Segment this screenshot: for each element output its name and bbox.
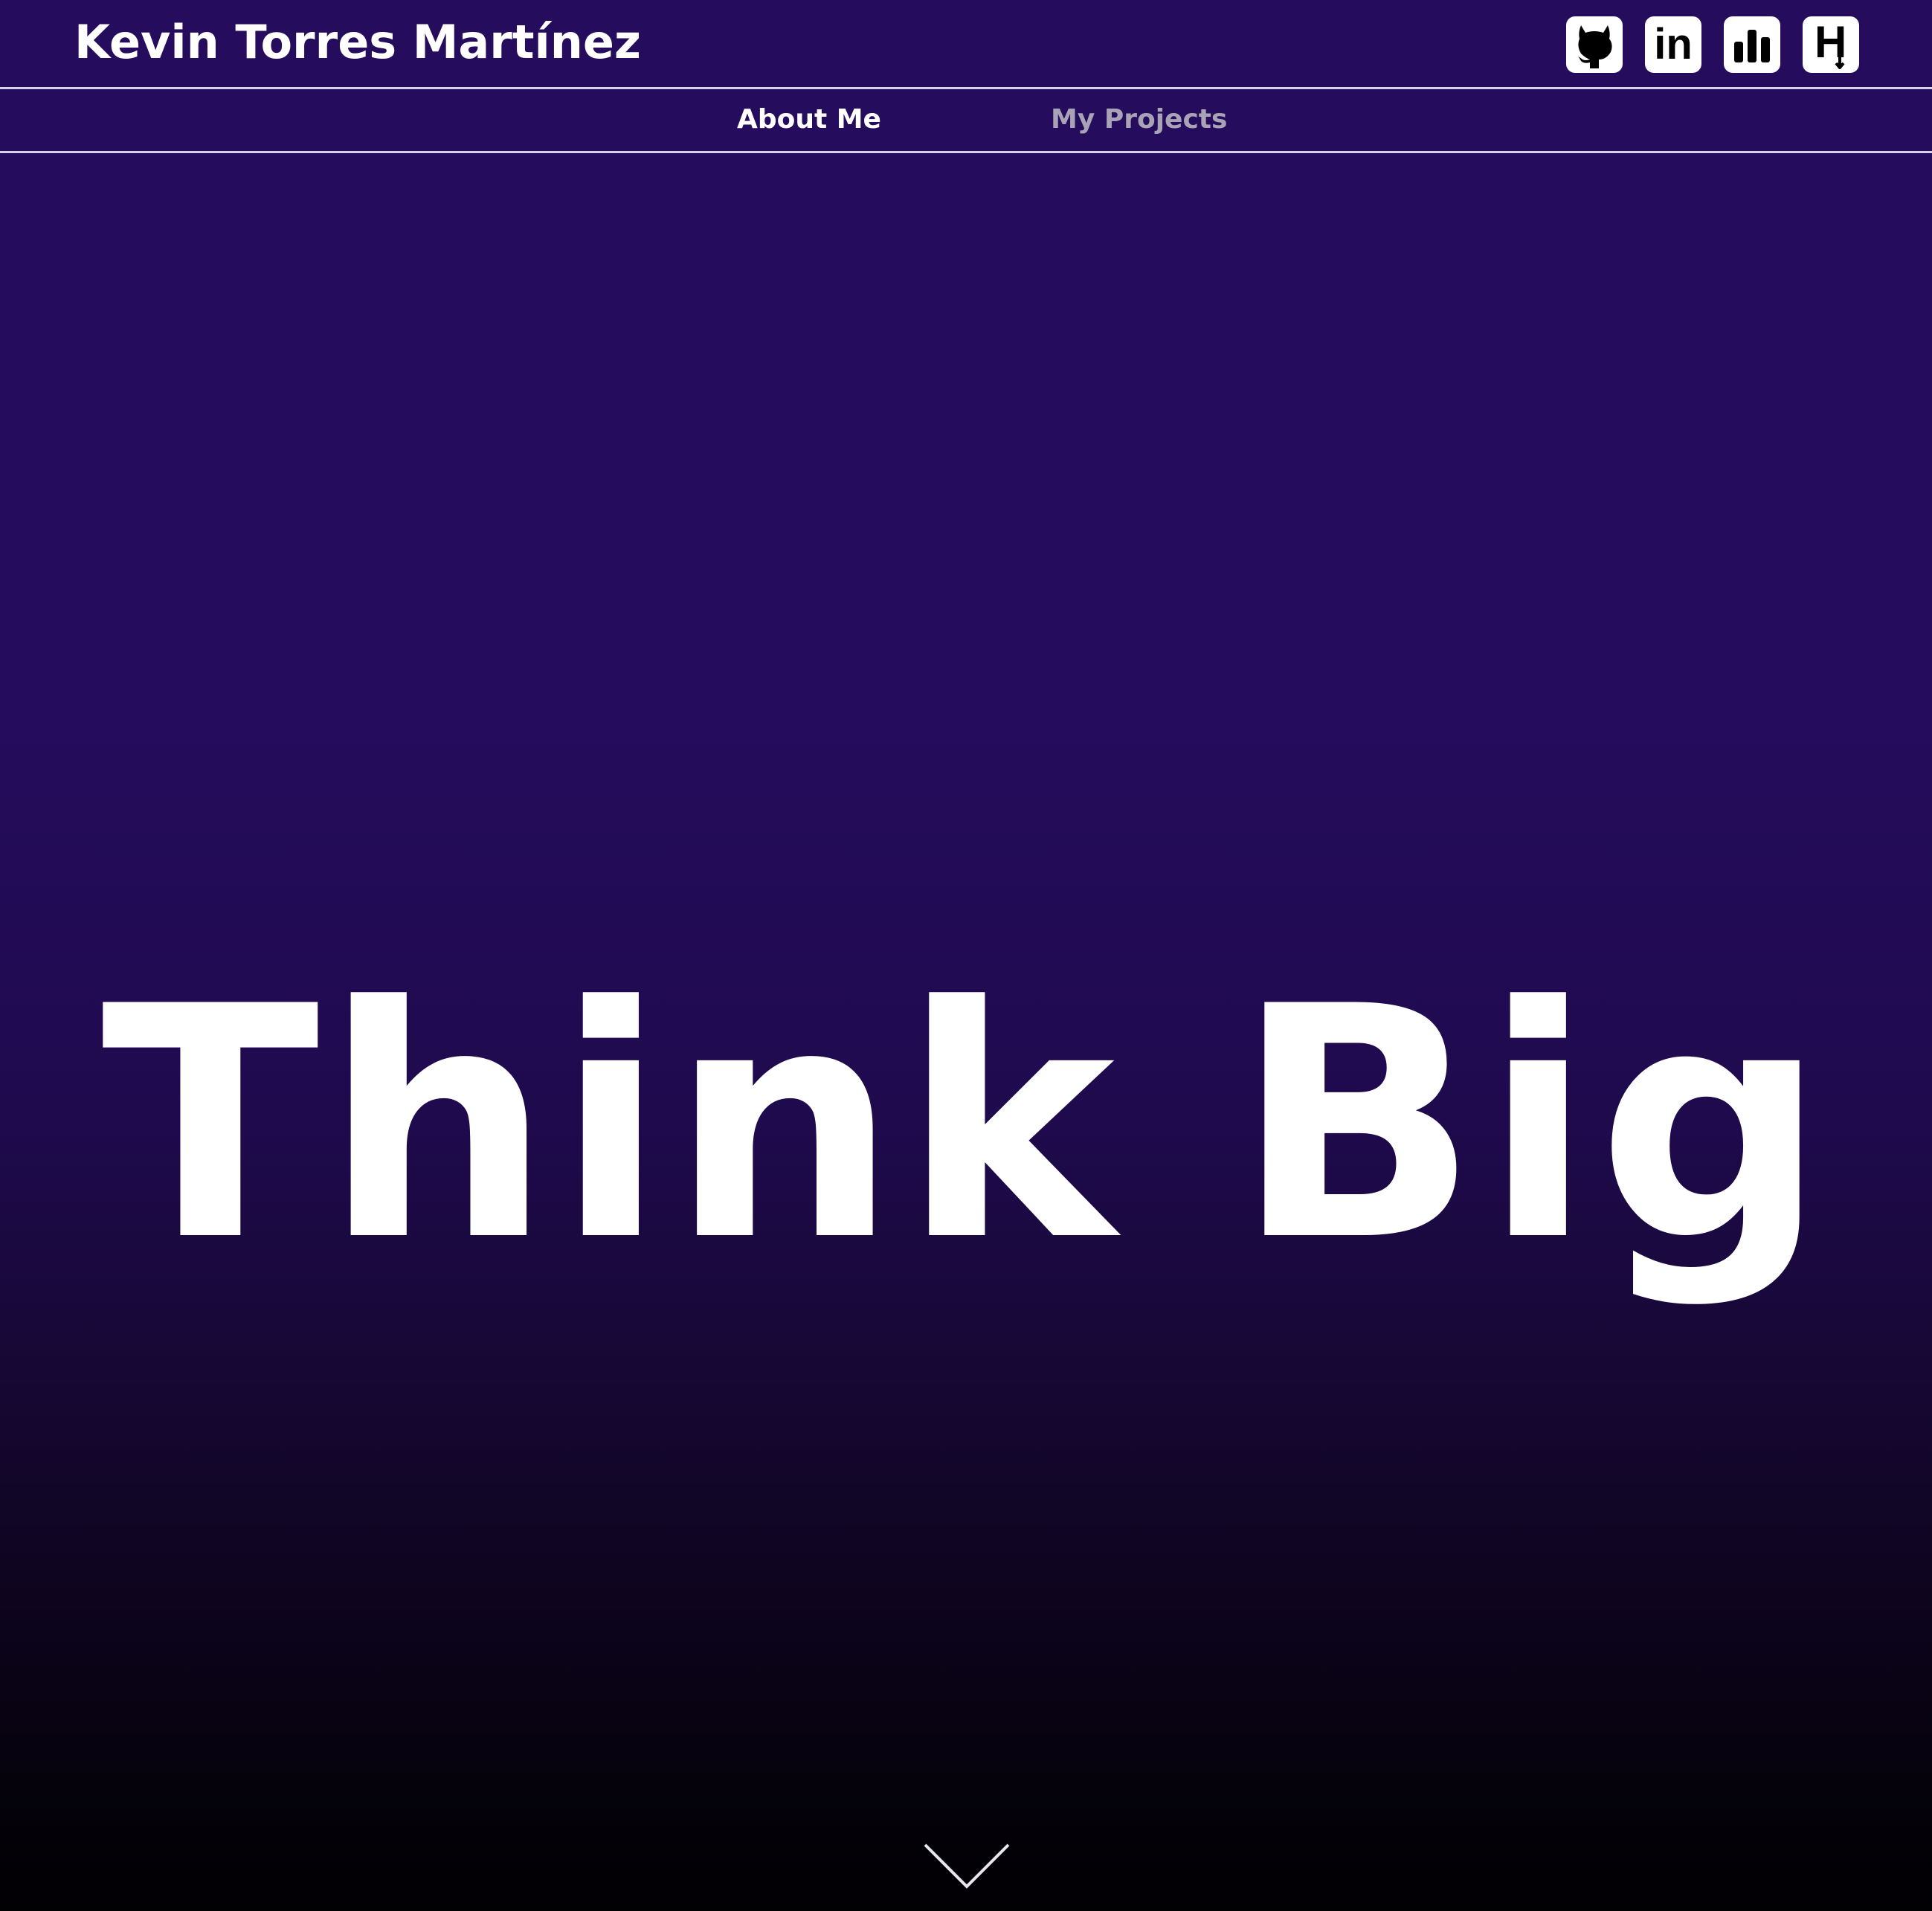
nav-my-projects[interactable]: My Projects [1051,104,1227,135]
scroll-down-button[interactable] [922,1840,1011,1892]
linkedin-icon: in [1654,20,1693,68]
github-icon [1572,21,1617,68]
stats-link[interactable] [1724,16,1780,73]
main-nav: About Me My Projects [0,89,1932,153]
chevron-down-icon [924,1843,1010,1889]
nav-about-me[interactable]: About Me [737,104,881,135]
hackerrank-icon: H [1810,20,1852,69]
header: Kevin Torres Martínez in H [0,0,1932,89]
linkedin-link[interactable]: in [1645,16,1701,73]
page: Kevin Torres Martínez in H About Me My P… [0,0,1932,1911]
hackerrank-link[interactable]: H [1803,16,1859,73]
github-link[interactable] [1566,16,1623,73]
site-title[interactable]: Kevin Torres Martínez [74,15,641,69]
bar-chart-icon [1731,27,1773,62]
hero-headline: Think Big [101,939,1831,1312]
